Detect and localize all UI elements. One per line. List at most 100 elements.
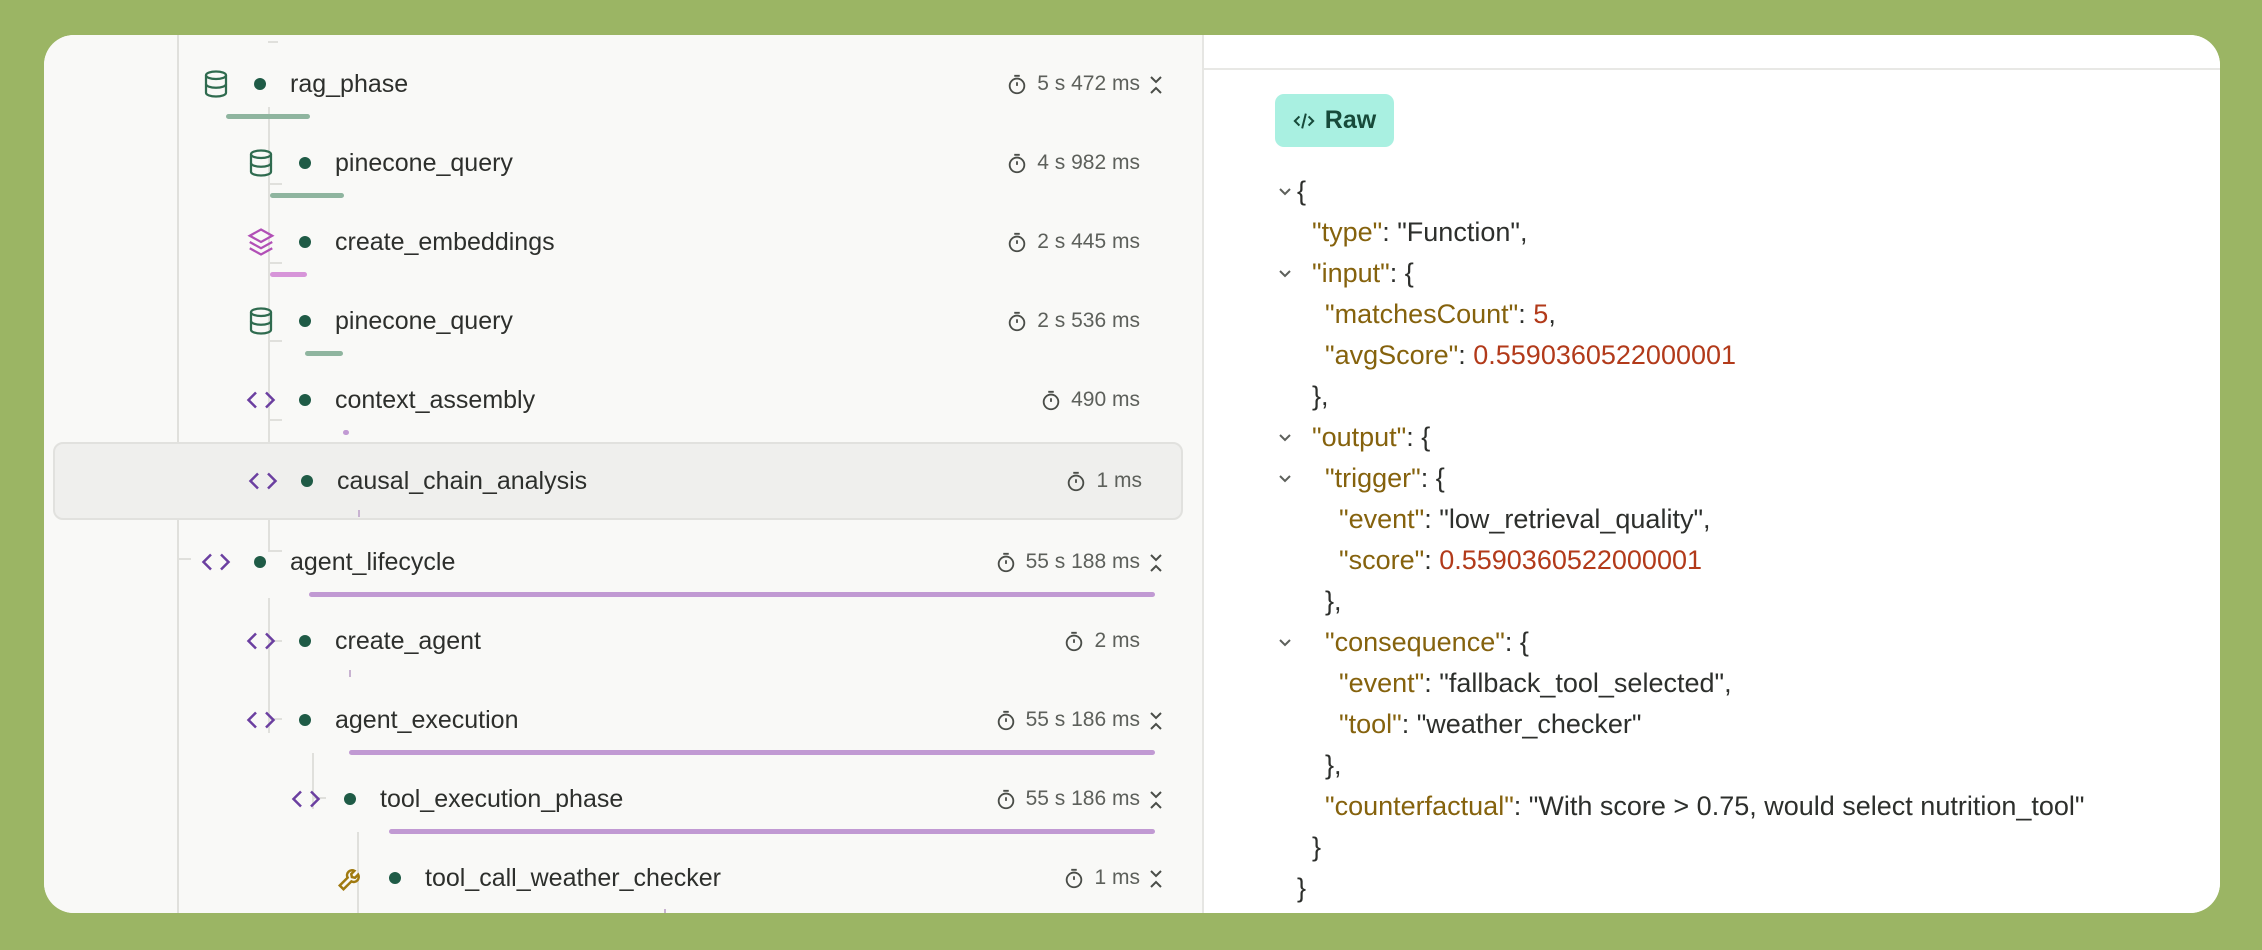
span-duration: 490 ms	[1071, 388, 1140, 411]
timer-icon	[995, 710, 1017, 732]
duration-bar	[270, 193, 344, 198]
trace-row-create-agent[interactable]: create_agent 2 ms	[44, 602, 1202, 680]
duration-bar	[389, 829, 1155, 834]
timer-icon	[1063, 631, 1085, 653]
collapse-icon[interactable]	[1146, 789, 1166, 811]
span-duration: 55 s 186 ms	[1025, 787, 1140, 810]
duration-bar	[349, 750, 1155, 755]
status-dot	[254, 556, 266, 568]
trace-row-tool-call-weather-checker[interactable]: tool_call_weather_checker 1 ms	[44, 839, 1202, 913]
code-icon	[246, 705, 276, 735]
json-line: "score": 0.5590360522000001	[1339, 545, 1702, 575]
collapse-icon[interactable]	[1146, 552, 1166, 574]
span-name: context_assembly	[335, 386, 536, 414]
duration-bar	[664, 909, 666, 913]
raw-label: Raw	[1324, 106, 1377, 134]
timer-icon	[1006, 74, 1028, 96]
span-duration: 4 s 982 ms	[1037, 151, 1140, 174]
status-dot	[299, 635, 311, 647]
timer-icon	[1006, 153, 1028, 175]
trace-tree-panel: rag_phase 5 s 472 ms pinecone_query 4 s …	[44, 35, 1202, 913]
status-dot	[299, 157, 311, 169]
wrench-icon	[336, 863, 366, 893]
json-line: },	[1325, 586, 1342, 616]
layers-icon	[246, 227, 276, 257]
trace-row-agent-execution[interactable]: agent_execution 55 s 186 ms	[44, 681, 1202, 759]
span-duration: 5 s 472 ms	[1037, 72, 1140, 95]
trace-row-rag-phase[interactable]: rag_phase 5 s 472 ms	[44, 45, 1202, 123]
json-line: }	[1312, 832, 1322, 862]
json-line: "tool": "weather_checker"	[1339, 709, 1642, 739]
span-name: create_agent	[335, 627, 481, 655]
span-name: agent_execution	[335, 706, 519, 734]
duration-bar	[343, 430, 349, 435]
span-duration: 1 ms	[1094, 866, 1140, 889]
json-line: {	[1297, 176, 1307, 206]
collapse-icon[interactable]	[1146, 868, 1166, 890]
collapse-icon[interactable]	[1146, 710, 1166, 732]
json-line: "matchesCount": 5,	[1325, 299, 1556, 329]
collapse-icon[interactable]	[1146, 74, 1166, 96]
duration-bar	[358, 510, 360, 517]
duration-bar	[349, 670, 351, 677]
status-dot	[254, 78, 266, 90]
span-name: pinecone_query	[335, 149, 513, 177]
timer-icon	[995, 552, 1017, 574]
duration-bar	[270, 272, 307, 277]
tree-guide-line	[268, 41, 278, 43]
status-dot	[299, 236, 311, 248]
status-dot	[389, 872, 401, 884]
span-name: pinecone_query	[335, 307, 513, 335]
duration-bar	[309, 592, 1155, 597]
code-icon	[246, 626, 276, 656]
span-duration: 2 s 445 ms	[1037, 230, 1140, 253]
database-icon	[201, 69, 231, 99]
span-duration: 55 s 186 ms	[1025, 708, 1140, 731]
span-name: tool_execution_phase	[380, 785, 624, 813]
trace-row-pinecone-query[interactable]: pinecone_query 2 s 536 ms	[44, 282, 1202, 360]
span-detail-panel: Raw { "type": "Function", "input": { "ma…	[1204, 35, 2220, 913]
trace-row-causal-chain-analysis[interactable]: causal_chain_analysis 1 ms	[53, 442, 1183, 520]
timer-icon	[1006, 311, 1028, 333]
json-line: },	[1312, 381, 1329, 411]
chevron-down-icon[interactable]	[1277, 183, 1293, 199]
span-name: agent_lifecycle	[290, 548, 456, 576]
json-line: "avgScore": 0.5590360522000001	[1325, 340, 1737, 370]
database-icon	[246, 306, 276, 336]
trace-row-pinecone-query[interactable]: pinecone_query 4 s 982 ms	[44, 124, 1202, 202]
status-dot	[344, 793, 356, 805]
chevron-down-icon[interactable]	[1277, 429, 1293, 445]
span-name: create_embeddings	[335, 228, 555, 256]
database-icon	[246, 148, 276, 178]
timer-icon	[1040, 390, 1062, 412]
trace-viewer-card: rag_phase 5 s 472 ms pinecone_query 4 s …	[44, 35, 2220, 913]
raw-view-button[interactable]: Raw	[1275, 94, 1394, 147]
chevron-down-icon[interactable]	[1277, 470, 1293, 486]
status-dot	[299, 394, 311, 406]
duration-bar	[305, 351, 343, 356]
json-line: "event": "fallback_tool_selected",	[1339, 668, 1732, 698]
timer-icon	[1006, 232, 1028, 254]
json-line: "trigger": {	[1325, 463, 1445, 493]
trace-row-tool-execution-phase[interactable]: tool_execution_phase 55 s 186 ms	[44, 760, 1202, 838]
span-duration: 2 s 536 ms	[1037, 309, 1140, 332]
timer-icon	[1065, 471, 1087, 493]
json-line: }	[1297, 873, 1307, 903]
json-line: "counterfactual": "With score > 0.75, wo…	[1325, 791, 2085, 821]
json-line: "output": {	[1312, 422, 1431, 452]
trace-row-agent-lifecycle[interactable]: agent_lifecycle 55 s 188 ms	[44, 523, 1202, 601]
chevron-down-icon[interactable]	[1277, 265, 1293, 281]
code-icon	[201, 547, 231, 577]
status-dot	[301, 475, 313, 487]
timer-icon	[1063, 868, 1085, 890]
json-line: "consequence": {	[1325, 627, 1529, 657]
trace-row-context-assembly[interactable]: context_assembly 490 ms	[44, 361, 1202, 439]
chevron-down-icon[interactable]	[1277, 634, 1293, 650]
status-dot	[299, 315, 311, 327]
span-duration: 55 s 188 ms	[1025, 550, 1140, 573]
span-duration: 1 ms	[1096, 469, 1142, 492]
status-dot	[299, 714, 311, 726]
trace-row-create-embeddings[interactable]: create_embeddings 2 s 445 ms	[44, 203, 1202, 281]
code-icon	[248, 466, 278, 496]
span-name: tool_call_weather_checker	[425, 864, 722, 892]
